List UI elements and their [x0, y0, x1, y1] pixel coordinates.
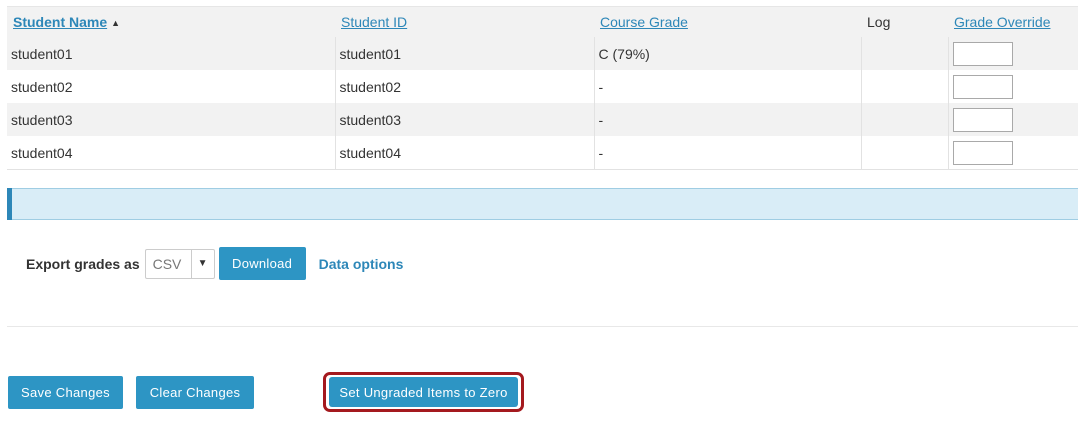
table-row: student04 student04 - [7, 136, 1078, 170]
data-options-link[interactable]: Data options [319, 256, 404, 272]
sort-grade-override-link[interactable]: Grade Override [954, 14, 1050, 30]
table-row: student03 student03 - [7, 103, 1078, 136]
header-student-id: Student ID [335, 6, 594, 37]
log-cell [860, 103, 948, 136]
info-banner [7, 188, 1078, 220]
grades-table: Student Name ▲︎ Student ID Course Grade L… [7, 6, 1078, 170]
student-id-cell: student01 [334, 37, 594, 70]
highlight-outline: Set Ungraded Items to Zero [323, 372, 524, 412]
grade-override-input[interactable] [952, 41, 1013, 66]
sort-student-id-link[interactable]: Student ID [341, 14, 407, 30]
export-format-value: CSV [152, 255, 182, 272]
student-name-cell: student04 [7, 136, 335, 170]
grade-override-input[interactable] [952, 140, 1013, 165]
student-id-cell: student04 [334, 136, 594, 170]
course-grade-cell: - [593, 70, 861, 103]
export-format-select[interactable]: CSV ▼︎ [144, 248, 215, 279]
caret-down-icon[interactable]: ▼︎ [190, 249, 214, 278]
grade-override-input[interactable] [952, 107, 1013, 132]
grade-override-input[interactable] [952, 74, 1013, 99]
set-ungraded-zero-button[interactable]: Set Ungraded Items to Zero [329, 377, 518, 407]
log-cell [860, 70, 948, 103]
header-course-grade: Course Grade [594, 6, 861, 37]
save-changes-button[interactable]: Save Changes [8, 376, 123, 409]
table-row: student01 student01 C (79%) [7, 37, 1078, 70]
sort-ascending-icon[interactable]: ▲︎ [111, 18, 120, 28]
log-label: Log [867, 14, 891, 30]
clear-changes-button[interactable]: Clear Changes [136, 376, 254, 409]
student-name-cell: student02 [7, 70, 335, 103]
export-label: Export grades as [26, 255, 140, 272]
grade-override-cell [947, 136, 1078, 170]
header-grade-override: Grade Override [948, 6, 1078, 37]
course-grade-cell: - [593, 136, 861, 170]
divider [7, 326, 1078, 327]
course-grade-cell: - [593, 103, 861, 136]
student-name-cell: student01 [7, 37, 335, 70]
student-name-cell: student03 [7, 103, 335, 136]
student-id-cell: student02 [334, 70, 594, 103]
log-cell [860, 136, 948, 170]
course-grade-cell: C (79%) [593, 37, 861, 70]
log-cell [860, 37, 948, 70]
student-id-cell: student03 [334, 103, 594, 136]
download-button[interactable]: Download [218, 247, 306, 280]
table-header-row: Student Name ▲︎ Student ID Course Grade L… [7, 6, 1078, 37]
info-banner-accent [7, 188, 12, 220]
sort-course-grade-link[interactable]: Course Grade [600, 14, 688, 30]
table-row: student02 student02 - [7, 70, 1078, 103]
export-row: Export grades as CSV ▼︎ Download Data op… [26, 247, 403, 280]
grade-override-cell [947, 37, 1078, 70]
sort-student-name-link[interactable]: Student Name [13, 14, 107, 30]
grade-override-cell [947, 103, 1078, 136]
header-student-name: Student Name ▲︎ [7, 6, 335, 37]
grade-override-cell [947, 70, 1078, 103]
header-log: Log [861, 6, 948, 37]
